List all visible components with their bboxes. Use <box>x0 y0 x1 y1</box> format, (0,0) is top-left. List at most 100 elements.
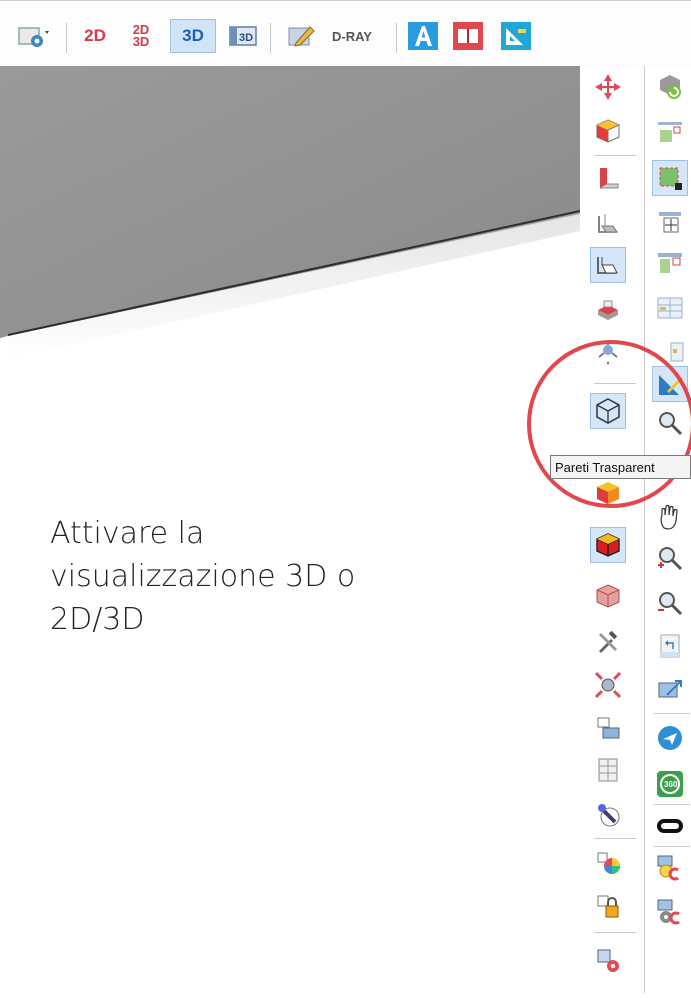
color-cube-button[interactable] <box>590 113 626 149</box>
settings-object-icon <box>597 949 619 972</box>
pan-hand-icon <box>660 504 678 530</box>
top-toolbar: 2D 2D 3D 3D 3D D-RAY <box>0 0 691 67</box>
walk-button[interactable] <box>652 720 688 756</box>
color-wheel-icon <box>597 852 620 874</box>
3d-view-button[interactable] <box>652 672 688 708</box>
table-icon <box>657 297 683 319</box>
toolbar-separator <box>396 23 397 53</box>
instruction-caption: Attivare la visualizzazione 3D o 2D/3D <box>50 512 430 641</box>
tooltip-transparent-walls: Pareti Trasparent <box>550 455 691 479</box>
walk-icon <box>658 726 682 750</box>
material-icon <box>598 804 620 827</box>
caption-line-2: visualizzazione 3D o <box>50 559 356 594</box>
snap-button[interactable] <box>652 205 688 241</box>
view-settings-button[interactable] <box>0 19 66 53</box>
letter-a-icon <box>408 22 438 50</box>
3d-panel-label: 3D <box>239 32 253 44</box>
light-icon <box>657 855 679 881</box>
caption-line-3: 2D/3D <box>50 602 145 637</box>
zoom-in-icon <box>658 547 683 571</box>
color-cube-icon <box>596 119 620 143</box>
tools-icon <box>599 630 618 653</box>
light-settings-button[interactable] <box>652 894 688 930</box>
caption-line-1: Attivare la <box>50 516 205 551</box>
toolbar-separator <box>270 23 271 53</box>
toolbar-separator <box>66 23 67 53</box>
3d-view-icon <box>658 680 682 698</box>
ceiling-button[interactable] <box>652 115 688 151</box>
toolstrip-separator <box>654 846 690 847</box>
light-button[interactable] <box>652 850 688 886</box>
select-area-icon <box>659 167 682 190</box>
svg-text:360: 360 <box>664 780 678 789</box>
pan-hand-button[interactable] <box>652 500 688 536</box>
view-3d-panel-button[interactable]: 3D <box>224 19 262 53</box>
zoom-fit-icon <box>594 671 622 699</box>
select-area-button[interactable] <box>652 160 688 196</box>
view-2d3d-button[interactable]: 2D 3D <box>124 19 158 53</box>
light-settings-icon <box>657 899 680 925</box>
line-icon <box>657 819 683 833</box>
move-icon <box>595 74 621 100</box>
design-button[interactable] <box>494 19 538 53</box>
red-cube-button[interactable] <box>590 527 626 563</box>
move-button[interactable] <box>590 69 626 105</box>
triangle-ruler-icon <box>501 22 531 50</box>
toolstrip-separator <box>594 155 636 156</box>
layout-icon <box>597 717 620 739</box>
furniture-button[interactable] <box>590 752 626 788</box>
snap-icon <box>659 212 681 233</box>
view-2d-button[interactable]: 2D <box>78 19 112 53</box>
room-box-button[interactable] <box>590 247 626 283</box>
zoom-fit-button[interactable] <box>590 667 626 703</box>
render-cube-button[interactable] <box>590 578 626 614</box>
view-3d-button[interactable]: 3D <box>170 19 216 53</box>
zoom-in-button[interactable] <box>652 540 688 576</box>
toolstrip-separator <box>594 932 636 933</box>
toolstrip-separator <box>654 713 690 714</box>
toolstrip-divider <box>644 66 645 993</box>
beam-button[interactable] <box>652 246 688 282</box>
cut-plane-icon <box>598 300 618 320</box>
book-icon <box>453 22 483 50</box>
lock-object-button[interactable] <box>590 888 626 924</box>
rotate-360-button[interactable]: 360 <box>652 766 688 802</box>
d-ray-button[interactable]: D-RAY <box>324 19 388 53</box>
cut-plane-button[interactable] <box>590 293 626 329</box>
layout-button[interactable] <box>590 710 626 746</box>
text-a-button[interactable] <box>406 19 440 53</box>
edit-view-button[interactable] <box>282 19 320 53</box>
room-box-icon <box>597 257 618 274</box>
floor-box-icon <box>598 214 618 233</box>
3d-panel-icon: 3D <box>229 26 257 46</box>
settings-object-button[interactable] <box>590 942 626 978</box>
tools-button[interactable] <box>590 624 626 660</box>
wall-section-button[interactable] <box>590 160 626 196</box>
catalog-button[interactable] <box>450 19 486 53</box>
zoom-out-button[interactable] <box>652 585 688 621</box>
lock-object-icon <box>597 895 619 918</box>
render-cube-icon <box>596 584 620 608</box>
pencil-icon <box>288 26 315 47</box>
refresh-icon <box>660 75 681 99</box>
red-cube-icon <box>596 533 620 557</box>
color-wheel-button[interactable] <box>590 844 626 880</box>
refresh-button[interactable] <box>652 69 688 105</box>
toolstrip-separator <box>594 838 636 839</box>
toolstrip-separator <box>654 804 690 805</box>
material-button[interactable] <box>590 797 626 833</box>
highlight-circle <box>527 340 691 508</box>
view-settings-icon <box>18 27 49 47</box>
rotate-360-icon: 360 <box>657 771 683 797</box>
table-button[interactable] <box>652 290 688 326</box>
ceiling-icon <box>658 122 682 142</box>
floor-box-button[interactable] <box>590 205 626 241</box>
undo-view-button[interactable] <box>652 628 688 664</box>
beam-icon <box>658 253 682 273</box>
undo-view-icon <box>660 634 680 658</box>
wall-section-icon <box>600 168 619 189</box>
line-tool-button[interactable] <box>652 808 688 844</box>
zoom-out-icon <box>658 592 683 616</box>
view-2d3d-bottom-label: 3D <box>132 34 150 49</box>
furniture-icon <box>598 758 618 782</box>
